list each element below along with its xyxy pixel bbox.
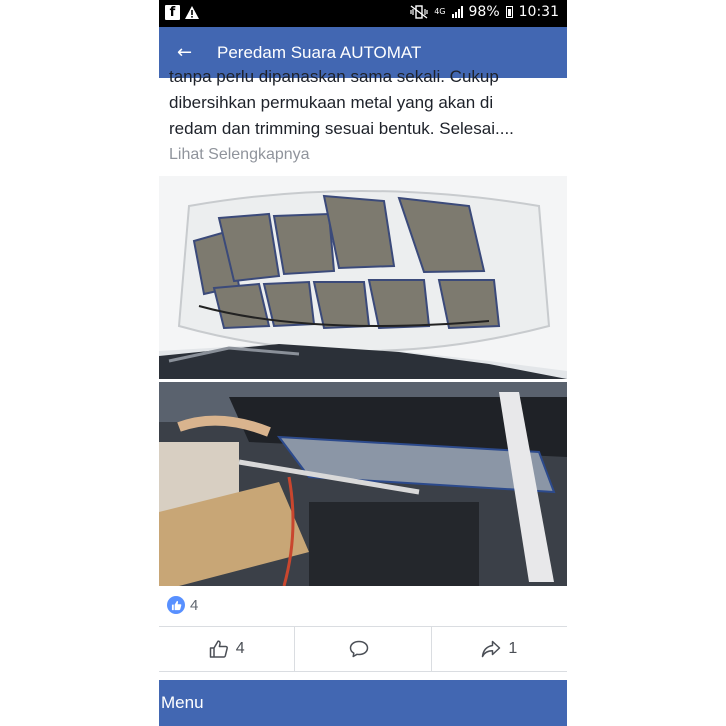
status-right-icons: 4G 98% 10:31 [410, 4, 559, 20]
vibrate-mute-icon [410, 5, 428, 19]
hood-illustration [159, 176, 567, 379]
signal-icon [451, 6, 463, 18]
battery-percent: 98% [468, 4, 500, 20]
reaction-count: 4 [190, 596, 199, 614]
menu-label: Menu [161, 693, 204, 712]
post-body: tanpa perlu dipanaskan sama sekali. Cuku… [169, 64, 561, 168]
page-title: Peredam Suara AUTOMAT [217, 42, 422, 62]
post-line: dibersihkan permukaan metal yang akan di [169, 93, 494, 112]
like-button[interactable]: 4 [159, 627, 294, 671]
comment-icon [350, 640, 369, 658]
thumbs-up-icon [209, 640, 228, 658]
status-bar: f 4G 98% 10:31 [159, 0, 567, 27]
reaction-summary[interactable]: 4 [167, 596, 198, 614]
post-line: redam dan trimming sesuai bentuk. Selesa… [169, 119, 514, 138]
alert-icon [185, 6, 199, 19]
battery-icon [505, 6, 513, 18]
status-left-icons: f [165, 5, 199, 20]
arrow-left-icon[interactable]: ← [159, 42, 217, 63]
comment-button[interactable] [294, 627, 430, 671]
like-badge-icon [167, 596, 185, 614]
phone-screen: f 4G 98% 10:31 ← Peredam Suara AUTOMAT t… [159, 0, 567, 726]
share-icon [482, 640, 501, 658]
like-count: 4 [235, 640, 245, 657]
post-action-bar: 4 1 [159, 626, 567, 672]
post-line: tanpa perlu dipanaskan sama sekali. Cuku… [169, 67, 499, 86]
post-photo-engine-bay[interactable] [159, 382, 567, 586]
share-button[interactable]: 1 [430, 627, 567, 671]
menu-bar[interactable]: Menu [159, 680, 567, 726]
facebook-icon: f [165, 5, 180, 20]
post-photo-hood[interactable] [159, 176, 567, 379]
engine-bay-illustration [159, 382, 567, 586]
share-count: 1 [508, 640, 518, 657]
see-more-link[interactable]: Lihat Selengkapnya [169, 142, 561, 168]
network-type: 4G [434, 7, 446, 16]
status-time: 10:31 [518, 4, 559, 20]
